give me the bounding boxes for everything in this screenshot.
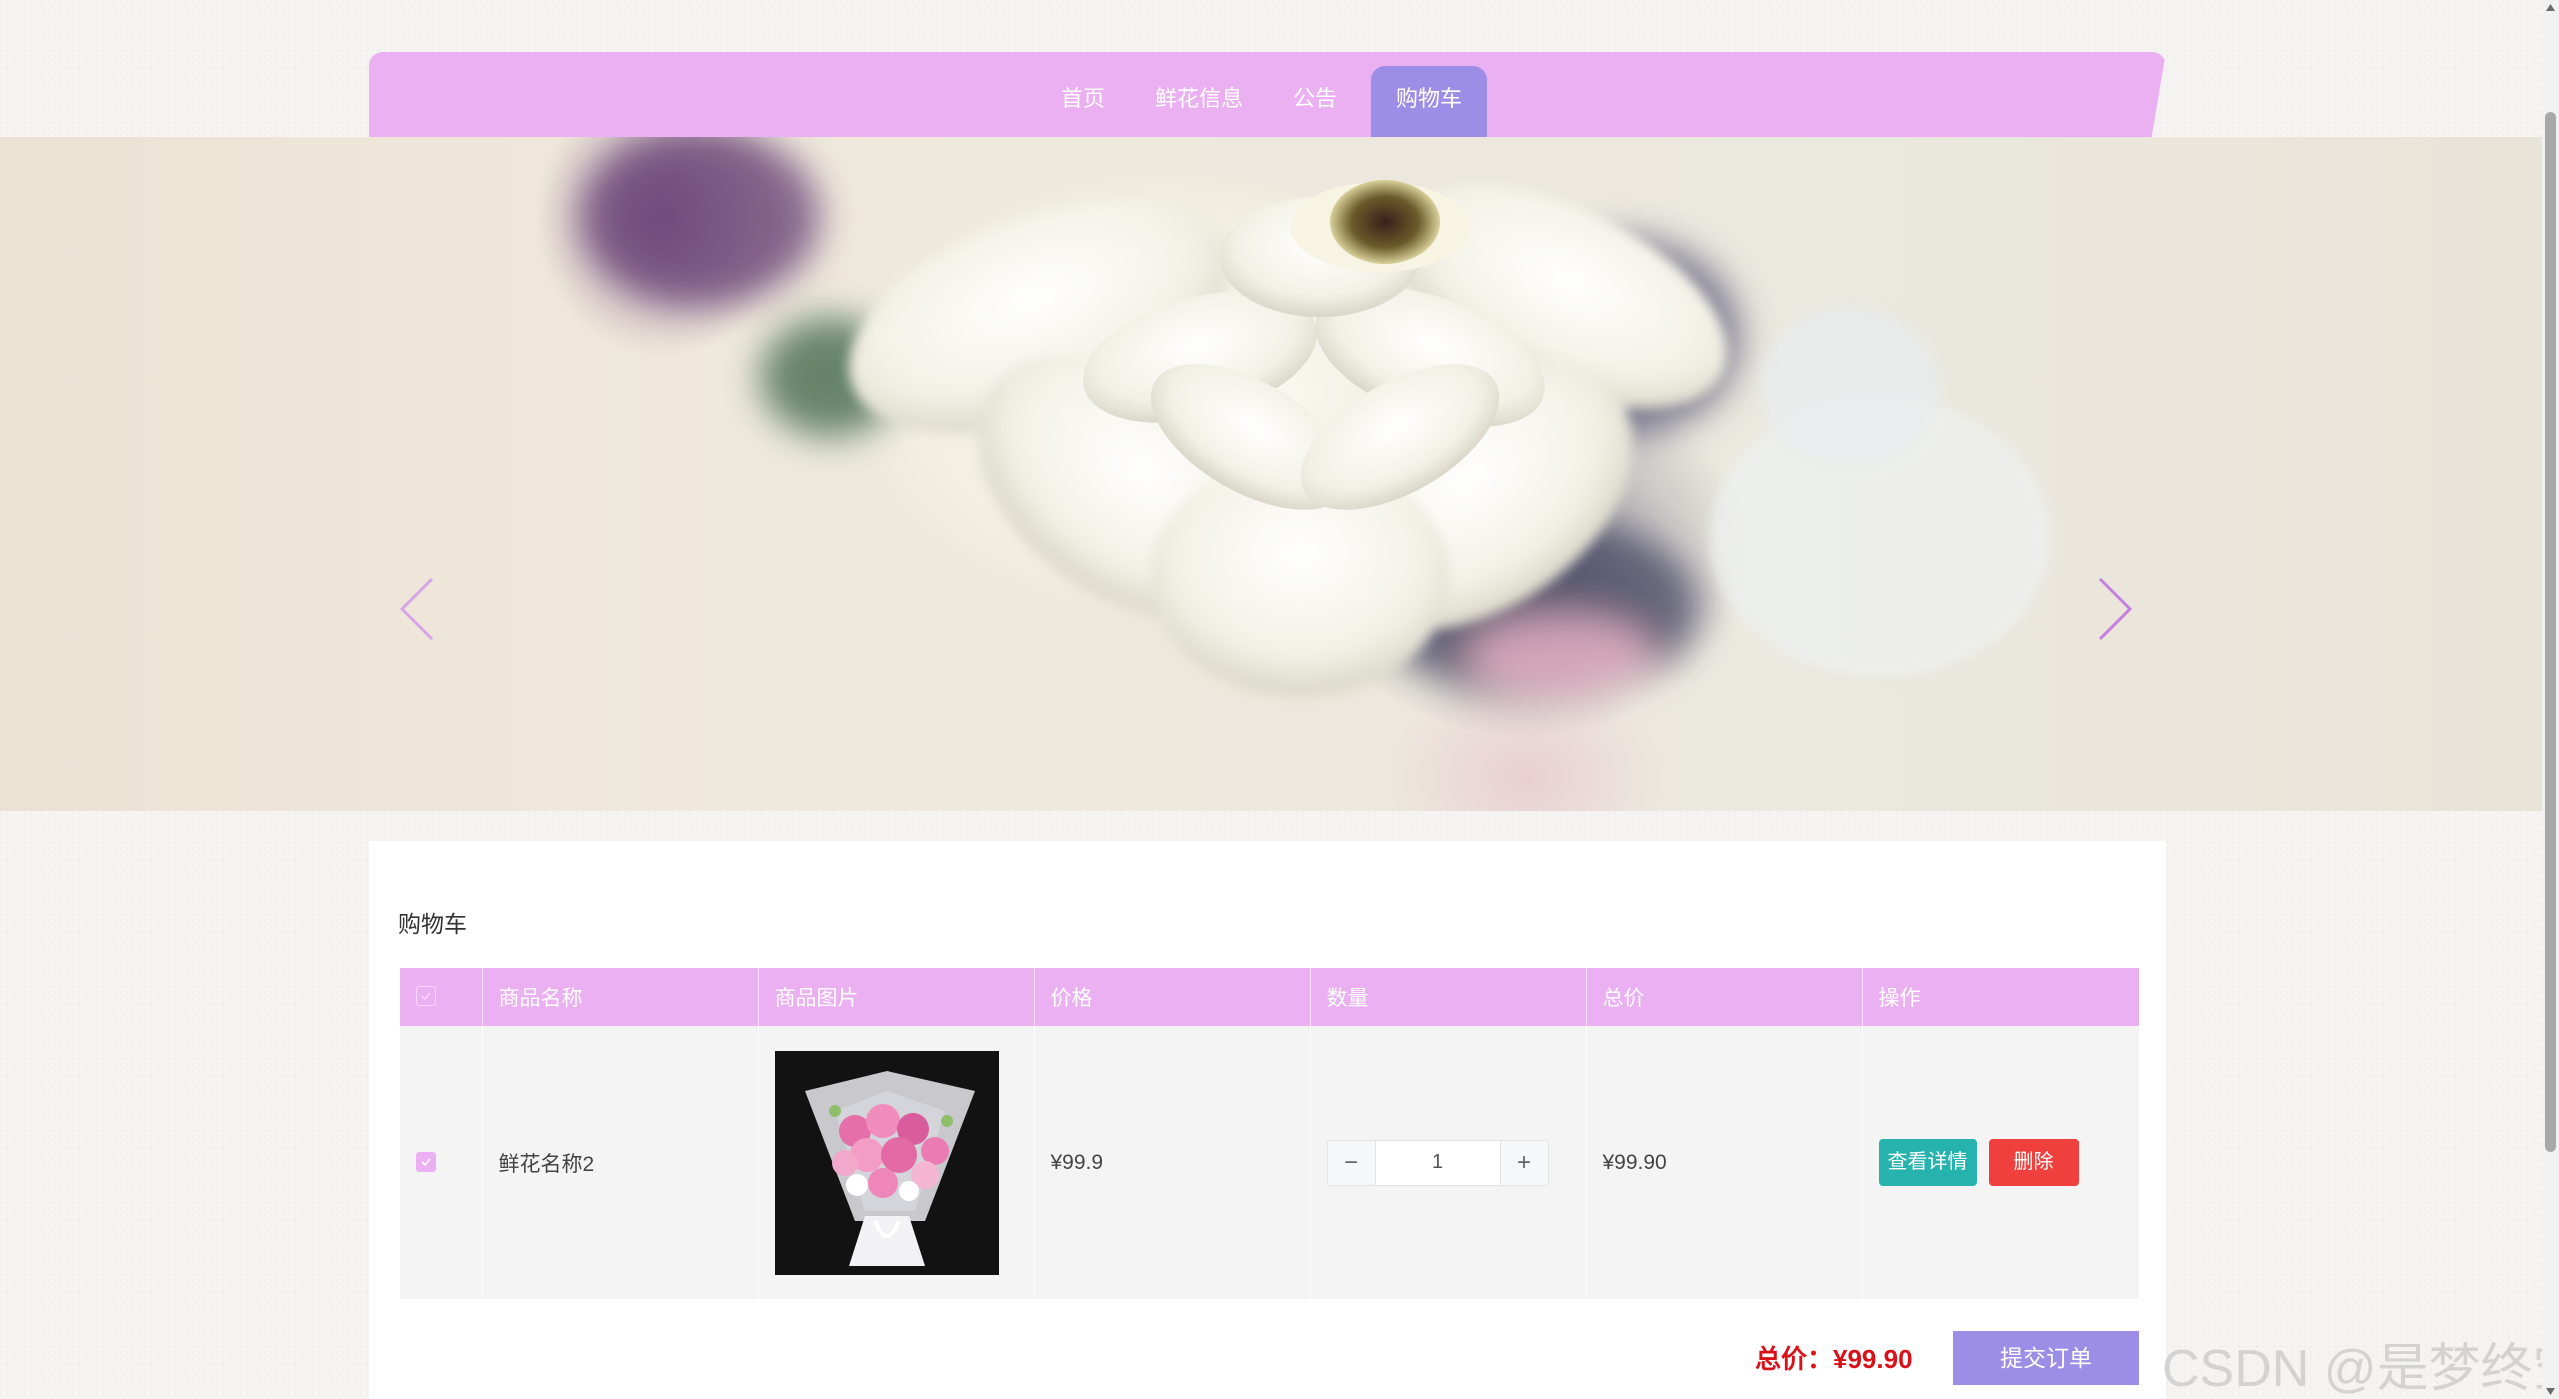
row-total: ¥99.90	[1586, 1026, 1863, 1299]
actions-cell: 查看详情 删除	[1862, 1026, 2139, 1299]
column-header-price: 价格	[1034, 968, 1311, 1026]
product-price: ¥99.9	[1034, 1026, 1311, 1299]
check-icon	[421, 992, 431, 1001]
scroll-up-arrow-icon[interactable]	[2545, 2, 2556, 13]
nav-item-announcement[interactable]: 公告	[1268, 66, 1362, 137]
table-header-row: 商品名称 商品图片 价格 数量 总价 操作	[400, 968, 2139, 1026]
quantity-increase-button[interactable]: +	[1499, 1140, 1548, 1185]
cart-title: 购物车	[398, 911, 467, 937]
product-name: 鲜花名称2	[482, 1026, 759, 1299]
scroll-down-arrow-icon[interactable]	[2545, 1386, 2556, 1397]
quantity-cell: − 1 +	[1310, 1026, 1587, 1299]
column-header-total: 总价	[1586, 968, 1863, 1026]
chevron-right-icon	[2098, 577, 2133, 641]
nav-item-cart[interactable]: 购物车	[1371, 66, 1488, 137]
column-header-actions: 操作	[1862, 968, 2139, 1026]
carousel-next-button[interactable]	[2088, 569, 2148, 649]
nav-item-home[interactable]: 首页	[1036, 66, 1130, 137]
minus-icon: −	[1343, 1148, 1358, 1176]
check-icon	[421, 1157, 431, 1166]
cart-panel: 购物车 商品名称 商品图片 价格 数量 总价 操作 鲜花名称2 ¥99.9 − …	[369, 841, 2166, 1399]
page-scrollbar[interactable]	[2542, 0, 2559, 1399]
select-all-checkbox[interactable]	[416, 986, 436, 1006]
row-checkbox[interactable]	[416, 1151, 436, 1172]
row-select-cell	[400, 1026, 483, 1299]
product-image[interactable]	[774, 1050, 999, 1275]
cart-total-summary: 总价：¥99.90	[1755, 1344, 1913, 1374]
nav-menu: 首页 鲜花信息 公告 购物车	[1036, 66, 1488, 137]
banner-carousel	[0, 137, 2542, 811]
column-header-image: 商品图片	[758, 968, 1035, 1026]
quantity-decrease-button[interactable]: −	[1327, 1140, 1376, 1185]
plus-icon: +	[1516, 1148, 1531, 1176]
cart-table: 商品名称 商品图片 价格 数量 总价 操作 鲜花名称2 ¥99.9 − 1 + …	[400, 968, 2139, 1299]
scrollbar-thumb[interactable]	[2545, 112, 2556, 1152]
column-header-quantity: 数量	[1310, 968, 1587, 1026]
chevron-left-icon	[399, 577, 434, 641]
nav-item-flower-info[interactable]: 鲜花信息	[1130, 66, 1268, 137]
table-row: 鲜花名称2 ¥99.9 − 1 + ¥99.90 查看详情 删除	[400, 1026, 2139, 1299]
quantity-input[interactable]: 1	[1376, 1141, 1500, 1185]
bouquet-image	[774, 1050, 999, 1275]
quantity-stepper: − 1 +	[1326, 1139, 1549, 1186]
watermark: CSDN @是梦终空	[2162, 1340, 2559, 1398]
banner-flower-image	[580, 137, 2050, 697]
page: 首页 鲜花信息 公告 购物车 购物车 商品名称 商品图片 价格 数量 总价 操作…	[0, 0, 2559, 1399]
header-select-all-cell	[400, 968, 483, 1026]
carousel-prev-button[interactable]	[390, 569, 450, 649]
view-details-button[interactable]: 查看详情	[1878, 1139, 1977, 1186]
column-header-name: 商品名称	[482, 968, 759, 1026]
submit-order-button[interactable]: 提交订单	[1953, 1331, 2139, 1385]
delete-button[interactable]: 删除	[1988, 1139, 2079, 1186]
product-image-cell	[758, 1026, 1035, 1299]
